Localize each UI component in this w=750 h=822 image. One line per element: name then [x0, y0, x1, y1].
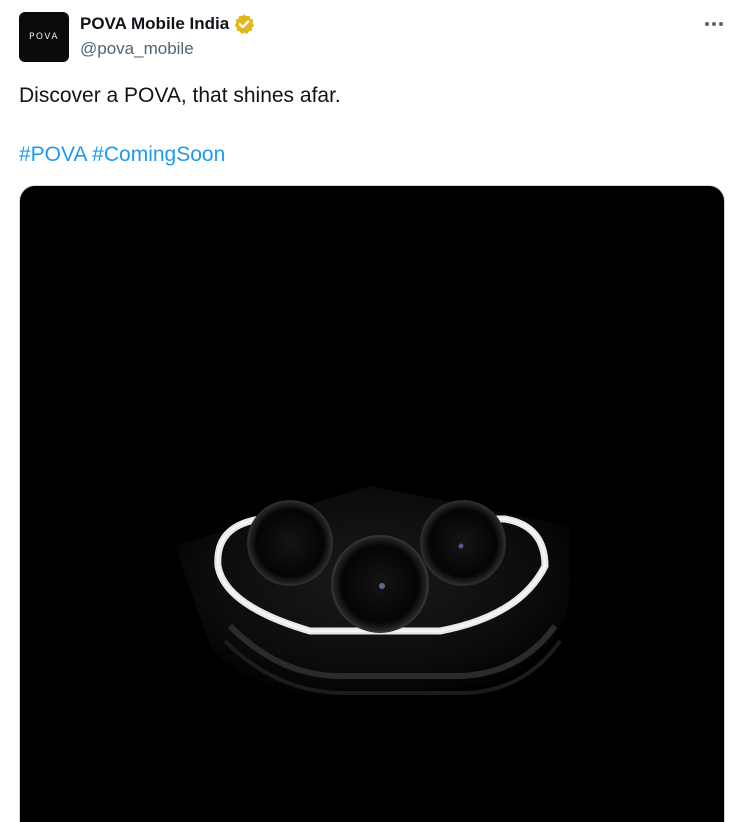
phone-camera-image-icon — [175, 486, 570, 696]
display-name[interactable]: POVA Mobile India — [80, 12, 229, 36]
more-dots-icon — [705, 22, 723, 26]
more-options-button[interactable] — [700, 12, 728, 36]
user-handle[interactable]: @pova_mobile — [80, 37, 255, 61]
avatar-logo-text: POVA — [28, 32, 60, 42]
hashtag-row: #POVA #ComingSoon — [19, 141, 225, 169]
hashtag-pova[interactable]: #POVA — [19, 143, 86, 166]
verified-badge-icon — [233, 13, 255, 35]
avatar[interactable]: POVA — [19, 12, 69, 62]
author-info: POVA Mobile India @pova_mobile — [80, 12, 255, 61]
tweet-media-image[interactable] — [19, 185, 725, 822]
hashtag-comingsoon[interactable]: #ComingSoon — [92, 143, 225, 166]
tweet-text: Discover a POVA, that shines afar. — [19, 84, 341, 107]
tweet[interactable]: POVA POVA Mobile India @pova_mobile Disc… — [0, 0, 750, 822]
name-row: POVA Mobile India — [80, 12, 255, 36]
